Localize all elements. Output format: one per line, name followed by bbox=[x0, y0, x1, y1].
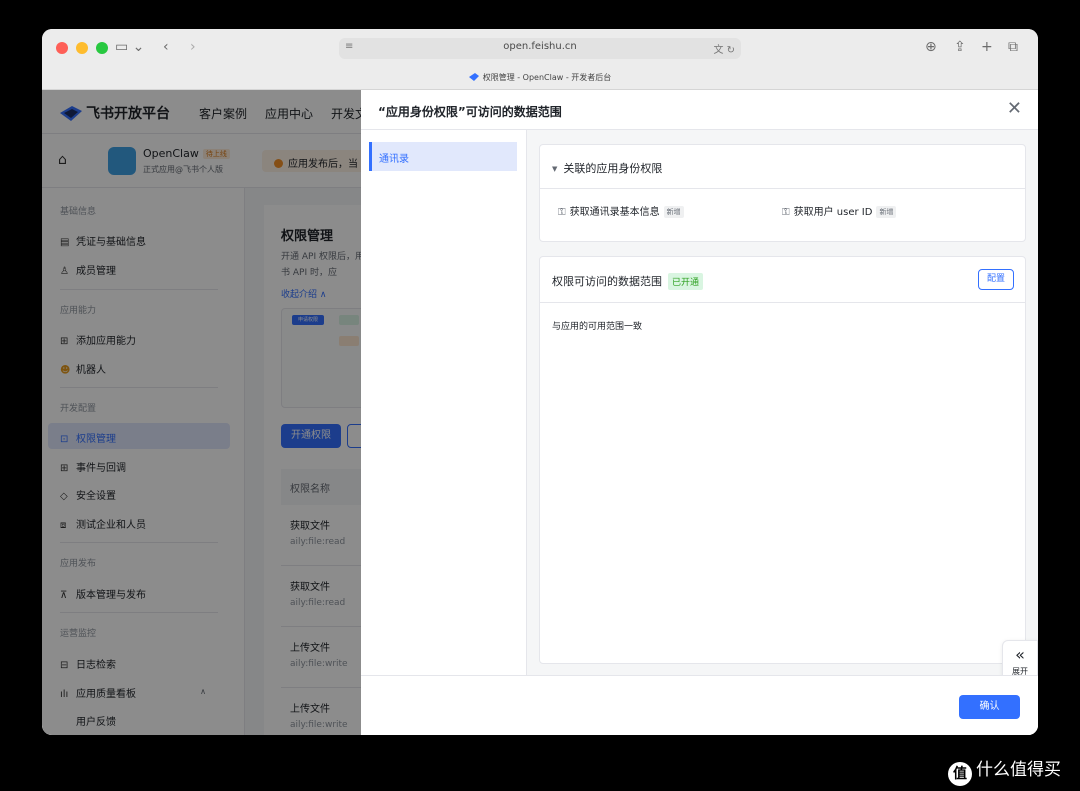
perm-label: 获取用户 user ID bbox=[793, 207, 873, 218]
close-window-button[interactable] bbox=[56, 42, 68, 54]
feishu-favicon-icon bbox=[468, 73, 479, 81]
forward-icon[interactable]: › bbox=[190, 39, 196, 55]
related-permissions-card: ▼ 关联的应用身份权限 ⚿ 获取通讯录基本信息 新增 ⚿ 获取用户 user ID 新增 bbox=[539, 144, 1026, 242]
related-permission-item: ⚿ 获取通讯录基本信息 新增 bbox=[558, 203, 684, 218]
new-badge: 新增 bbox=[663, 206, 684, 218]
download-icon[interactable]: ⊕ bbox=[925, 39, 937, 55]
drawer-header: “应用身份权限”可访问的数据范围 ✕ bbox=[361, 90, 1038, 130]
translate-reload-icon[interactable]: 文 ↻ bbox=[713, 41, 735, 56]
tab-contacts[interactable]: 通讯录 bbox=[369, 142, 517, 171]
confirm-button[interactable]: 确认 bbox=[959, 695, 1020, 719]
data-scope-title: 权限可访问的数据范围 bbox=[552, 275, 662, 288]
minimize-window-button[interactable] bbox=[76, 42, 88, 54]
double-chevron-left-icon: « bbox=[1015, 645, 1025, 664]
browser-toolbar: ▭ ⌄ ‹ › ≡ open.feishu.cn 文 ↻ ⊕ ⇪ + ⧉ 权限管… bbox=[42, 29, 1038, 90]
zoom-window-button[interactable] bbox=[96, 42, 108, 54]
key-icon: ⚿ bbox=[558, 207, 566, 218]
related-permission-item: ⚿ 获取用户 user ID 新增 bbox=[782, 203, 897, 218]
tab-title: 权限管理 - OpenClaw - 开发者后台 bbox=[482, 73, 612, 82]
perm-label: 获取通讯录基本信息 bbox=[569, 207, 660, 218]
share-icon[interactable]: ⇪ bbox=[954, 39, 966, 55]
window-controls bbox=[56, 42, 108, 54]
related-permissions-header[interactable]: ▼ 关联的应用身份权限 bbox=[540, 145, 1025, 189]
data-scope-title-row: 权限可访问的数据范围 已开通 bbox=[552, 273, 704, 290]
data-scope-card: 权限可访问的数据范围 已开通 配置 与应用的可用范围一致 bbox=[539, 256, 1026, 664]
close-icon[interactable]: ✕ bbox=[1007, 99, 1022, 119]
drawer-footer: 确认 bbox=[361, 675, 1038, 735]
data-scope-value: 与应用的可用范围一致 bbox=[552, 322, 643, 332]
config-button[interactable]: 配置 bbox=[978, 269, 1014, 290]
watermark: 值什么值得买 bbox=[948, 755, 1061, 786]
tab-overview-icon[interactable]: ⧉ bbox=[1008, 39, 1018, 55]
related-permissions-title: 关联的应用身份权限 bbox=[563, 162, 663, 175]
status-badge: 已开通 bbox=[668, 273, 704, 290]
active-tab[interactable]: 权限管理 - OpenClaw - 开发者后台 bbox=[42, 72, 1038, 83]
browser-window: ▭ ⌄ ‹ › ≡ open.feishu.cn 文 ↻ ⊕ ⇪ + ⧉ 权限管… bbox=[42, 29, 1038, 735]
watermark-text: 什么值得买 bbox=[976, 760, 1061, 780]
watermark-logo-icon: 值 bbox=[948, 762, 972, 786]
url-text: open.feishu.cn bbox=[503, 41, 577, 52]
drawer-title: “应用身份权限”可访问的数据范围 bbox=[378, 105, 562, 119]
data-scope-header: 权限可访问的数据范围 已开通 配置 bbox=[540, 257, 1025, 303]
caret-down-icon: ▼ bbox=[552, 165, 558, 173]
key-icon: ⚿ bbox=[782, 207, 790, 218]
drawer-tab-list: 通讯录 bbox=[361, 130, 527, 675]
new-tab-icon[interactable]: + bbox=[981, 39, 993, 55]
address-bar[interactable]: ≡ open.feishu.cn 文 ↻ bbox=[339, 38, 741, 59]
drawer-content: ▼ 关联的应用身份权限 ⚿ 获取通讯录基本信息 新增 ⚿ 获取用户 user ID 新增 … bbox=[527, 130, 1038, 675]
back-icon[interactable]: ‹ bbox=[163, 39, 169, 55]
modal-overlay[interactable] bbox=[42, 90, 361, 735]
sidebar-toggle-icon[interactable]: ▭ ⌄ bbox=[115, 39, 144, 55]
data-scope-drawer: “应用身份权限”可访问的数据范围 ✕ 通讯录 ▼ 关联的应用身份权限 ⚿ 获取通讯录… bbox=[361, 90, 1038, 735]
new-badge: 新增 bbox=[876, 206, 897, 218]
